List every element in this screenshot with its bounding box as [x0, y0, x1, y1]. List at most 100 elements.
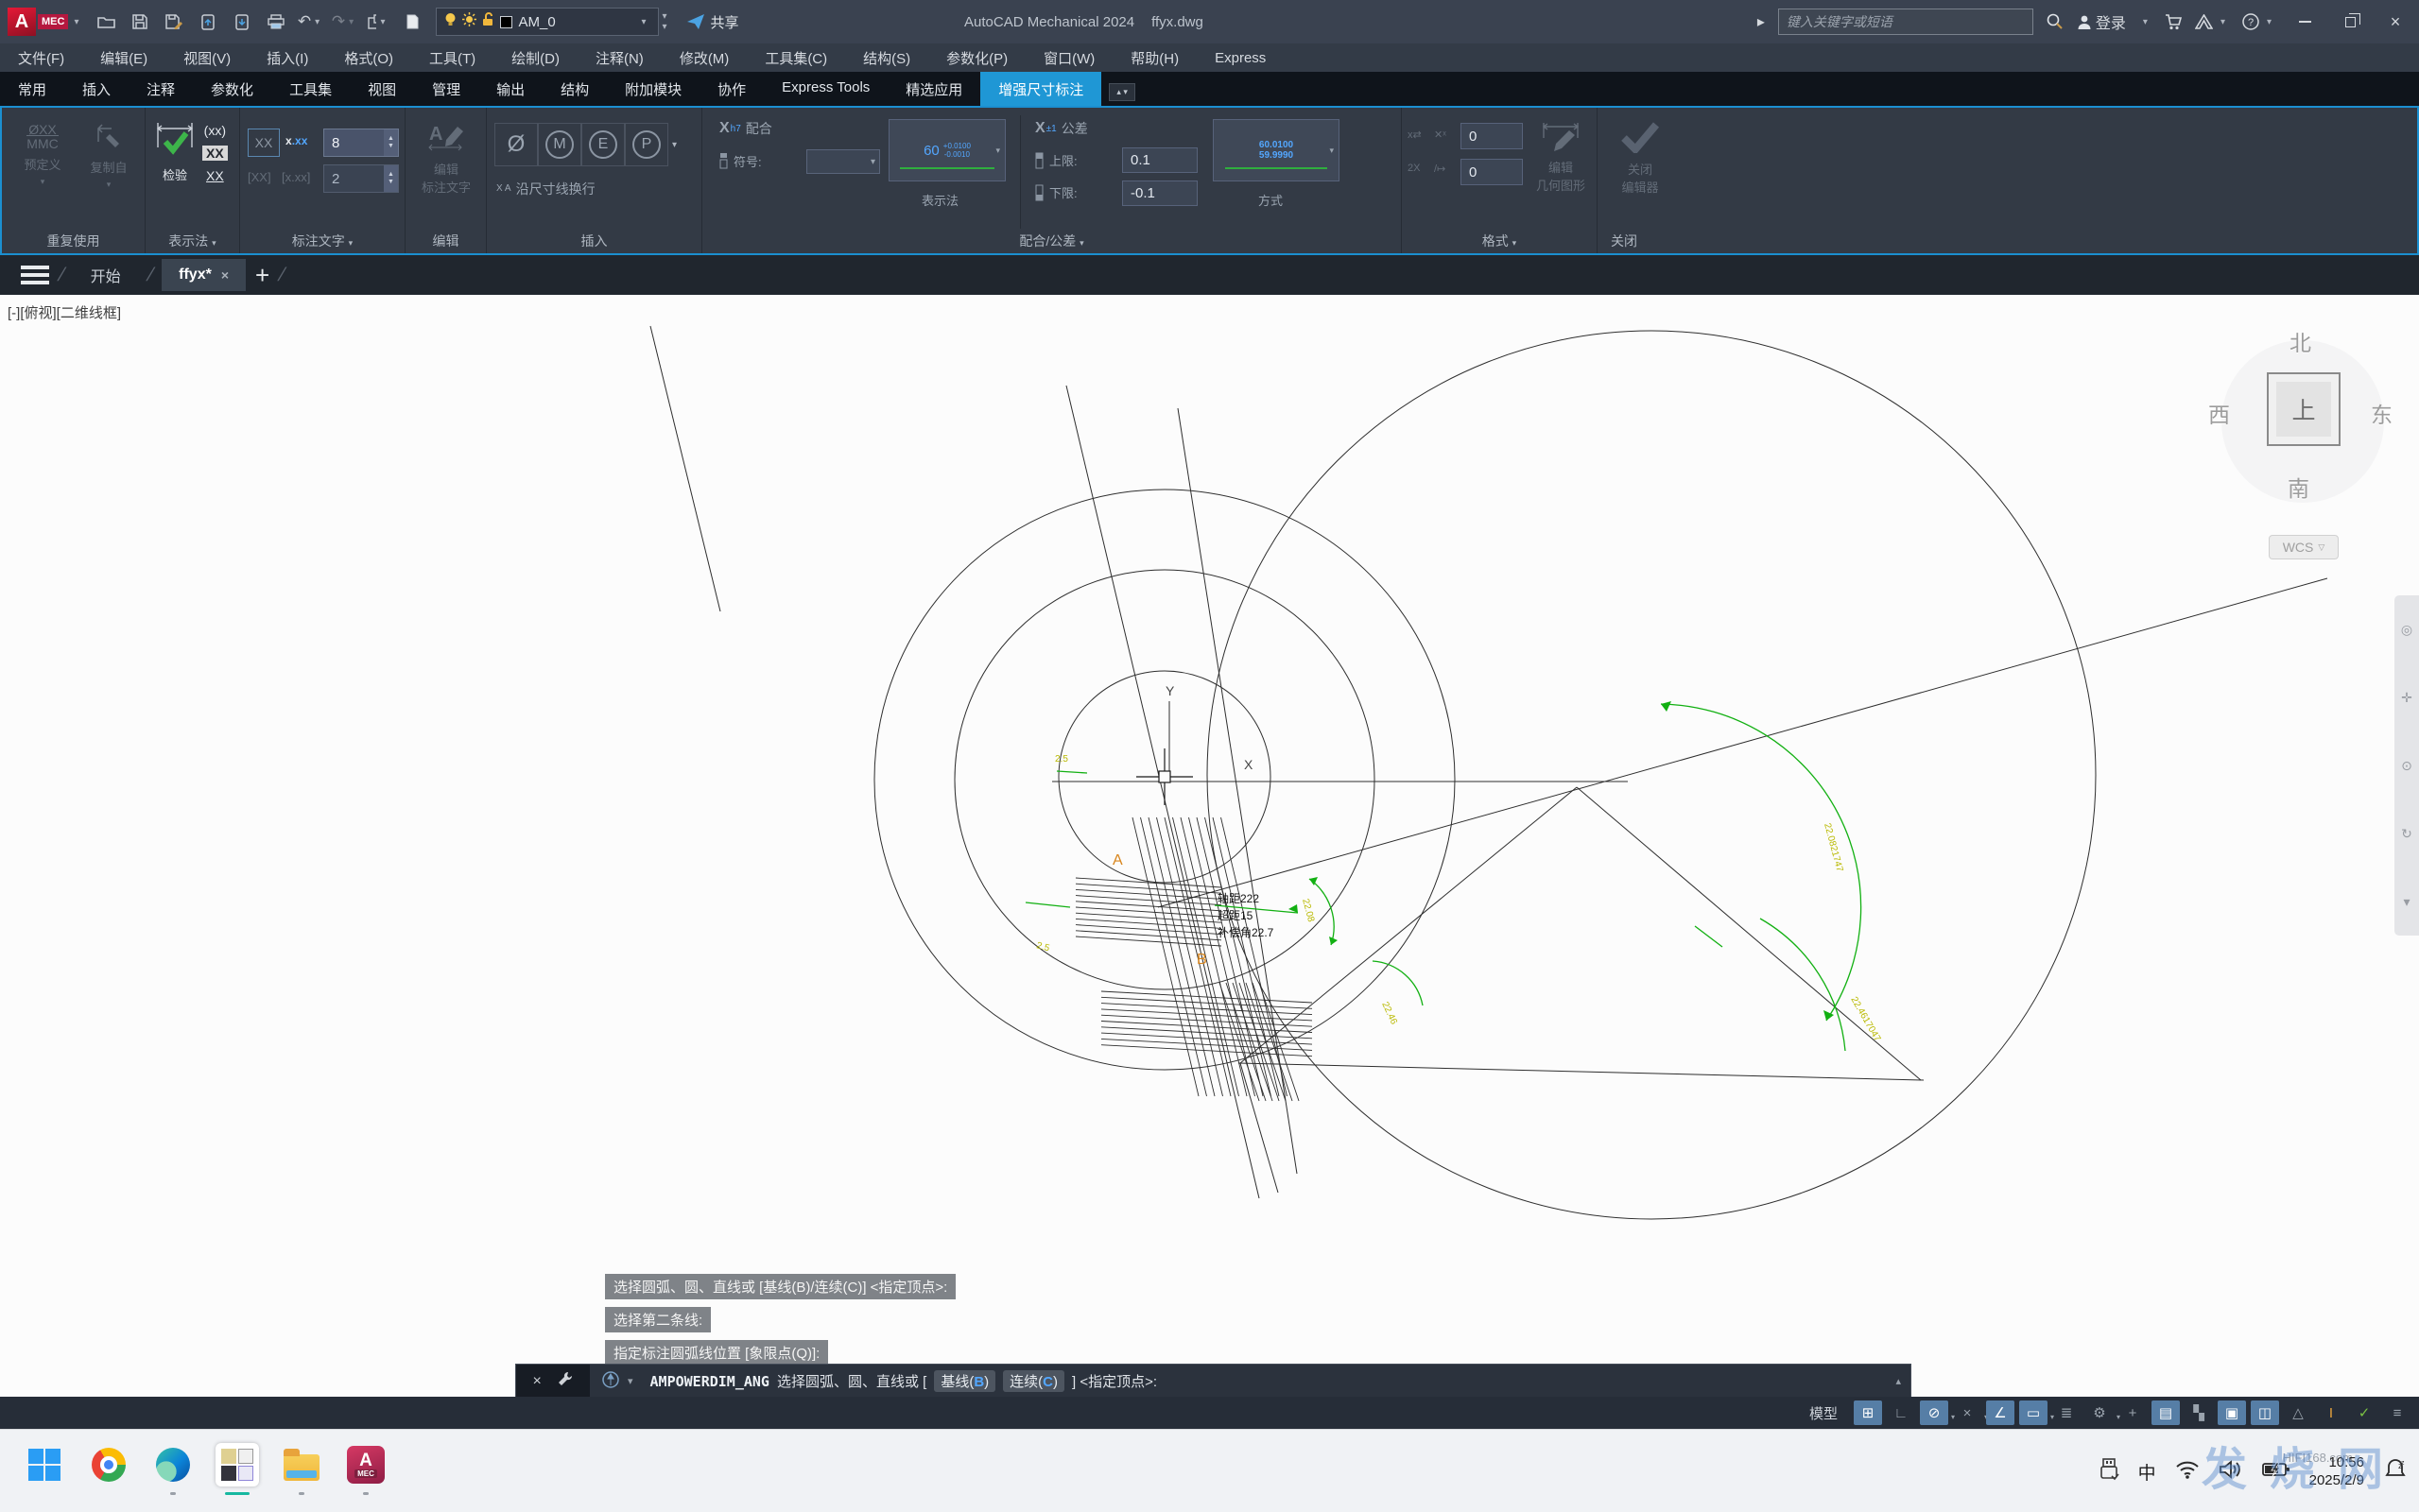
menu-modify[interactable]: 修改(M) [662, 48, 748, 68]
chevron-down-icon[interactable]: ▾ [641, 17, 646, 27]
nav-more-icon[interactable]: ▾ [2403, 894, 2410, 910]
stepper-arrows-icon[interactable]: ▲▼ [384, 165, 398, 192]
expand-search-icon[interactable]: ▸ [1757, 12, 1765, 31]
alt-units-button[interactable]: [XX] [248, 170, 271, 184]
save-icon[interactable] [130, 11, 150, 32]
layer-thaw-sun-icon[interactable] [462, 12, 476, 31]
close-editor-button[interactable]: 关闭编辑器 [1607, 121, 1673, 196]
viewcube[interactable]: 北 西 上 东 南 WCS▽ [2203, 331, 2388, 578]
tab-home[interactable]: 常用 [0, 72, 64, 106]
menu-file[interactable]: 文件(F) [0, 48, 82, 68]
highlight-option[interactable]: XX [202, 146, 228, 161]
start-button[interactable] [23, 1443, 66, 1486]
p-symbol-button[interactable]: P [625, 123, 668, 166]
edit-geometry-button[interactable]: 编辑几何图形 [1529, 119, 1593, 194]
menu-window[interactable]: 窗口(W) [1026, 48, 1113, 68]
recent-commands-icon[interactable]: ▾ [628, 1375, 643, 1387]
tab-toolsets[interactable]: 工具集 [271, 72, 350, 106]
undo-button[interactable]: ↶▾ [300, 11, 320, 32]
menu-view[interactable]: 视图(V) [165, 48, 249, 68]
menu-insert[interactable]: 插入(I) [249, 48, 326, 68]
viewcube-east[interactable]: 东 [2371, 397, 2393, 429]
upper-limit-input[interactable]: 0.1 [1122, 147, 1198, 173]
minimize-button[interactable] [2289, 8, 2321, 36]
save-to-web-icon[interactable] [232, 11, 252, 32]
screenshot-app-icon[interactable] [216, 1443, 259, 1486]
wrap-dimension-button[interactable]: X A 沿尺寸线换行 [496, 180, 596, 198]
format-value-2-input[interactable]: 0 [1460, 159, 1523, 185]
annotation-scale-button[interactable]: △ [2284, 1400, 2312, 1425]
selection-cycling-toggle[interactable]: ▤ [2151, 1400, 2180, 1425]
crosshair-button[interactable]: + [2118, 1400, 2147, 1425]
lineweight-toggle[interactable]: ≣ [2052, 1400, 2081, 1425]
format-value-1-input[interactable]: 0 [1460, 123, 1523, 149]
autocad-taskbar-icon[interactable]: AMEC [344, 1443, 388, 1486]
menu-edit[interactable]: 编辑(E) [82, 48, 165, 68]
format-icon-2[interactable]: ✕ˣ [1434, 129, 1446, 141]
search-icon[interactable] [2047, 13, 2064, 30]
ortho-toggle[interactable]: ∟ [1887, 1400, 1915, 1425]
tab-document[interactable]: ffyx* × [162, 259, 246, 291]
signin-button[interactable]: 登录 [2077, 10, 2126, 33]
e-symbol-button[interactable]: E [581, 123, 625, 166]
format-icon-1[interactable]: x⇄ [1408, 129, 1422, 141]
command-expand-icon[interactable]: ▴ [1895, 1375, 1910, 1387]
save-as-icon[interactable] [164, 11, 184, 32]
new-drawing-button[interactable]: + [255, 261, 269, 290]
command-icon[interactable] [601, 1370, 620, 1393]
ime-indicator[interactable]: 中 [2138, 1459, 2156, 1485]
tab-parametric[interactable]: 参数化 [193, 72, 271, 106]
tab-power-dimensioning[interactable]: 增强尺寸标注 [980, 72, 1101, 106]
search-input[interactable] [1778, 9, 2033, 35]
snap-toggle[interactable]: ⊞ [1854, 1400, 1882, 1425]
viewcube-north[interactable]: 北 [2289, 325, 2311, 357]
precision-alt-stepper[interactable]: 2 ▲▼ [323, 164, 399, 193]
tab-manage[interactable]: 管理 [414, 72, 478, 106]
notification-bell-icon[interactable]: zz [2383, 1457, 2408, 1486]
option-baseline-chip[interactable]: 基线(B) [934, 1370, 995, 1392]
alt-decimal-button[interactable]: [x.xx] [282, 170, 310, 184]
tab-start[interactable]: 开始 [74, 256, 138, 294]
layer-color-swatch[interactable] [500, 16, 512, 28]
app-store-cart-icon[interactable] [2165, 14, 2182, 30]
osnap-tracking-toggle[interactable]: ∠ [1986, 1400, 2014, 1425]
battery-icon[interactable] [2262, 1461, 2290, 1483]
navigation-bar[interactable]: ◎ ✛ ⊙ ↻ ▾ [2394, 595, 2419, 936]
wcs-dropdown[interactable]: WCS▽ [2269, 535, 2339, 559]
menu-draw[interactable]: 绘制(D) [493, 48, 578, 68]
redo-button[interactable]: ↷▾ [334, 11, 354, 32]
fit-representation-preview[interactable]: 60 +0.0100-0.0010 ▾ [889, 119, 1006, 181]
share-button[interactable]: 共享 [686, 12, 739, 32]
tab-collaborate[interactable]: 协作 [700, 72, 764, 106]
tab-express-tools[interactable]: Express Tools [764, 72, 888, 106]
inspection-button[interactable]: 检验 [150, 121, 199, 183]
tab-featured-apps[interactable]: 精选应用 [888, 72, 980, 106]
file-tabs-menu-icon[interactable] [21, 266, 49, 284]
new-sheet-icon[interactable] [402, 11, 423, 32]
viewcube-top-face[interactable]: 上 [2267, 372, 2341, 446]
menu-tools[interactable]: 工具(T) [411, 48, 493, 68]
model-space-button[interactable]: 模型 [1809, 1403, 1838, 1423]
menu-toolsets[interactable]: 工具集(C) [747, 48, 845, 68]
lock-ui-toggle[interactable]: ▣ [2218, 1400, 2246, 1425]
workspace-button[interactable]: ▚ [2185, 1400, 2213, 1425]
command-line[interactable]: × ▾ AMPOWERDIM_ANG 选择圆弧、圆、直线或 [ 基线(B) 连续… [515, 1364, 1911, 1399]
help-icon[interactable]: ?▾ [2242, 13, 2275, 30]
usb-icon[interactable] [2099, 1457, 2119, 1486]
menu-structure[interactable]: 结构(S) [845, 48, 928, 68]
edge-icon[interactable] [151, 1443, 195, 1486]
tolerance-method-preview[interactable]: 60.010059.9990 ▾ [1213, 119, 1339, 181]
nav-wheel-icon[interactable]: ◎ [2401, 622, 2412, 638]
chrome-icon[interactable] [87, 1443, 130, 1486]
option-continue-chip[interactable]: 连续(C) [1003, 1370, 1064, 1392]
fit-symbol-dropdown[interactable]: ▾ [806, 149, 880, 174]
lower-limit-input[interactable]: -0.1 [1122, 180, 1198, 206]
primary-units-button[interactable]: XX [248, 129, 280, 157]
menu-express[interactable]: Express [1197, 50, 1284, 66]
app-menu-button[interactable]: A MEC ▾ [8, 8, 82, 36]
tab-view[interactable]: 视图 [350, 72, 414, 106]
stepper-arrows-icon[interactable]: ▲▼ [384, 129, 398, 156]
layer-list-expand-icon[interactable]: ▾▾ [663, 11, 667, 32]
menu-format[interactable]: 格式(O) [326, 48, 411, 68]
chevron-down-icon[interactable]: ▾ [2143, 17, 2148, 27]
